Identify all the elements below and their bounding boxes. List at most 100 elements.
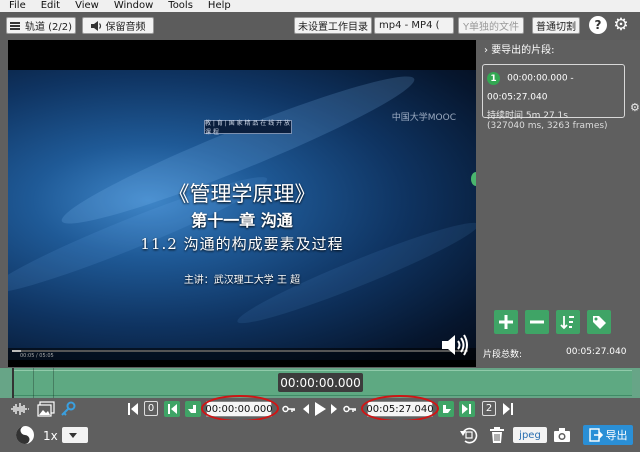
keep-audio-label: 保留音频 <box>105 22 146 33</box>
keep-audio-button[interactable]: 保留音频 <box>82 17 154 34</box>
sort-icon <box>560 316 574 330</box>
thumbnails-icon[interactable] <box>37 401 55 417</box>
cut-end-input[interactable]: 00:05:27.040 <box>366 401 434 417</box>
jump-cut-start-button[interactable] <box>164 401 180 417</box>
menu-bar: File Edit View Window Tools Help <box>0 0 640 12</box>
end-segment-index[interactable]: 2 <box>482 401 496 416</box>
hand-left-icon <box>188 405 196 413</box>
segment-index: 1 <box>487 72 500 85</box>
single-file-label: Y单独的文件 <box>462 22 520 33</box>
menu-tools[interactable]: Tools <box>159 0 199 12</box>
step-prev-frame-icon[interactable] <box>302 401 310 417</box>
segments-header-label: 要导出的片段: <box>491 45 555 56</box>
workdir-label: 未设置工作目录 <box>298 22 368 33</box>
rotate-icon[interactable] <box>459 425 479 445</box>
timeline-cursor[interactable] <box>12 368 14 398</box>
plus-icon <box>499 315 513 329</box>
set-cut-end-button[interactable] <box>438 401 454 417</box>
minus-icon <box>530 320 544 324</box>
segment-item[interactable]: 1 00:00:00.000 - 00:05:27.040 持续时间 5m 27… <box>482 64 625 131</box>
timeline-current-time: 00:00:00.000 <box>278 373 363 392</box>
segment-range: 00:00:00.000 - 00:05:27.040 <box>487 73 574 103</box>
hamburger-icon <box>9 21 20 30</box>
total-segments-value: 00:05:27.040 <box>566 347 627 357</box>
total-segments-label: 片段总数: <box>483 350 523 360</box>
gear-icon: ⚙ <box>613 15 629 35</box>
snapshot-format-select[interactable]: jpeg <box>513 427 547 443</box>
volume-icon[interactable] <box>440 333 470 357</box>
menu-help[interactable]: Help <box>199 0 237 12</box>
help-label: ? <box>594 18 602 32</box>
playback-controls: 0 00:00:00.000 00:05:27.040 2 <box>0 395 640 422</box>
key-small-icon[interactable] <box>282 401 296 417</box>
timeline-tick <box>53 368 54 398</box>
video-section: 11.2 沟通的构成要素及过程 <box>140 235 344 253</box>
segment-actions <box>494 310 611 334</box>
video-frame: 教 | 育 | 国 家 精 品 在 线 开 放 课 程 中国大学MOOC 《管理… <box>8 70 476 360</box>
export-label: 导出 <box>605 429 628 442</box>
speaker-icon <box>90 20 101 31</box>
embedded-player-bar: 00:05 / 05:05 <box>8 348 476 360</box>
key-small-icon[interactable] <box>343 401 357 417</box>
cut-mode-label: 普通切割 <box>536 22 576 33</box>
step-next-frame-icon[interactable] <box>330 401 338 417</box>
embedded-player-time: 00:05 / 05:05 <box>20 353 54 359</box>
segments-panel: › 要导出的片段: 1 00:00:00.000 - 00:05:27.040 … <box>476 40 640 367</box>
tracks-label: 轨道 (2/2) <box>24 22 73 33</box>
video-preview[interactable]: 教 | 育 | 国 家 精 品 在 线 开 放 课 程 中国大学MOOC 《管理… <box>8 40 476 367</box>
timeline-tick <box>33 368 34 398</box>
jump-cut-end-button[interactable] <box>459 401 475 417</box>
settings-button[interactable]: ⚙ <box>612 15 630 35</box>
camera-icon[interactable] <box>553 427 571 443</box>
timeline[interactable]: 00:00:00.000 <box>0 368 640 398</box>
menu-view[interactable]: View <box>66 0 105 12</box>
yin-yang-icon[interactable] <box>15 425 35 445</box>
format-select[interactable]: mp4 - MP4 ( <box>374 17 454 34</box>
chevron-right-icon: › <box>484 45 488 56</box>
remove-segment-button[interactable] <box>525 310 549 334</box>
format-label: mp4 - MP4 ( <box>379 20 440 31</box>
jump-end-icon[interactable] <box>502 401 514 417</box>
segment-settings-icon[interactable]: ⚙ <box>630 102 640 114</box>
toolbar: 轨道 (2/2) 保留音频 未设置工作目录 mp4 - MP4 ( Y单独的文件… <box>0 12 640 40</box>
segment-details: (327040 ms, 3263 frames) <box>487 121 608 131</box>
jump-start-icon[interactable] <box>127 401 139 417</box>
video-title: 《管理学原理》 <box>168 182 316 206</box>
segment-duration: 持续时间 5m 27.1s <box>487 111 568 121</box>
waveform-icon[interactable] <box>10 401 30 417</box>
mooc-logo: 中国大学MOOC <box>391 113 456 123</box>
hand-right-icon <box>443 405 451 413</box>
playback-speed-label: 1x <box>43 429 58 443</box>
key-icon[interactable] <box>60 401 76 417</box>
step-forward-icon <box>462 404 471 414</box>
trash-icon[interactable] <box>489 426 505 444</box>
tag-segment-button[interactable] <box>587 310 611 334</box>
set-cut-start-button[interactable] <box>185 401 201 417</box>
embedded-progress <box>12 350 468 352</box>
help-button[interactable]: ? <box>589 16 607 34</box>
menu-edit[interactable]: Edit <box>32 0 66 12</box>
step-back-icon <box>168 404 177 414</box>
add-segment-button[interactable] <box>494 310 518 334</box>
export-button[interactable]: 导出 <box>583 425 633 445</box>
workdir-button[interactable]: 未设置工作目录 <box>294 17 372 34</box>
bottom-bar: 1x jpeg 导出 <box>0 420 640 452</box>
tracks-button[interactable]: 轨道 (2/2) <box>6 17 76 34</box>
menu-window[interactable]: Window <box>105 0 159 12</box>
tag-icon <box>593 316 606 329</box>
video-chapter: 第十一章 沟通 <box>191 211 293 230</box>
sort-segments-button[interactable] <box>556 310 580 334</box>
playback-speed-select[interactable] <box>62 427 88 443</box>
video-lecturer: 主讲：武汉理工大学 王 超 <box>183 275 301 286</box>
export-icon <box>588 428 603 442</box>
embedded-progress-fill <box>12 350 22 352</box>
video-center-badge: 教 | 育 | 国 家 精 品 在 线 开 放 课 程 <box>204 120 292 136</box>
start-segment-index[interactable]: 0 <box>144 401 158 416</box>
cut-start-input[interactable]: 00:00:00.000 <box>205 401 273 417</box>
play-icon[interactable] <box>313 401 327 417</box>
app-window: File Edit View Window Tools Help 轨道 (2/2… <box>0 0 640 452</box>
segments-header: › 要导出的片段: <box>484 41 555 56</box>
menu-file[interactable]: File <box>0 0 32 12</box>
single-file-button[interactable]: Y单独的文件 <box>458 17 524 34</box>
cut-mode-button[interactable]: 普通切割 <box>532 17 580 34</box>
